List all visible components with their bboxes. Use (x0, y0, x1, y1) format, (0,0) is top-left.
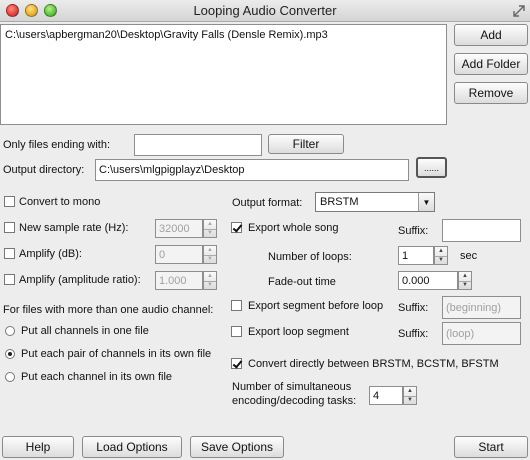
add-folder-button[interactable]: Add Folder (454, 53, 528, 75)
channels-heading: For files with more than one audio chann… (3, 304, 214, 316)
amplify-ratio-checkbox[interactable] (4, 274, 15, 285)
tasks-input[interactable]: 4 (369, 386, 403, 405)
loops-stepper[interactable]: ▲ ▼ (434, 246, 448, 265)
output-format-select[interactable]: BRSTM ▼ (315, 192, 435, 212)
amplify-ratio-label: Amplify (amplitude ratio): (19, 274, 141, 286)
output-directory-input[interactable]: C:\users\mlgpigplayz\Desktop (95, 159, 409, 181)
convert-direct-label: Convert directly between BRSTM, BCSTM, B… (248, 358, 499, 370)
amplify-ratio-input[interactable]: 1.000 (155, 271, 203, 290)
tasks-label-line1: Number of simultaneous (232, 381, 352, 393)
export-loop-suffix-input[interactable]: (loop) (442, 322, 521, 345)
export-whole-suffix-input[interactable] (442, 219, 521, 242)
radio-all-channels-label: Put all channels in one file (21, 325, 149, 337)
amplify-ratio-stepper[interactable]: ▲ ▼ (203, 271, 217, 290)
radio-each-channel-label: Put each channel in its own file (21, 371, 173, 383)
browse-button[interactable]: ...... (416, 157, 447, 178)
load-options-button[interactable]: Load Options (82, 436, 182, 458)
sample-rate-label: New sample rate (Hz): (19, 222, 129, 234)
chevron-down-icon: ▼ (418, 193, 434, 211)
fullscreen-icon[interactable] (512, 4, 526, 18)
file-list-item[interactable]: C:\users\apbergman20\Desktop\Gravity Fal… (5, 29, 328, 41)
window-title: Looping Audio Converter (193, 3, 337, 18)
filter-button[interactable]: Filter (268, 134, 344, 154)
sample-rate-stepper[interactable]: ▲ ▼ (203, 219, 217, 238)
radio-pair-channels-label: Put each pair of channels in its own fil… (21, 348, 212, 360)
radio-pair-channels[interactable] (5, 349, 15, 359)
radio-all-channels[interactable] (5, 326, 15, 336)
sample-rate-input[interactable]: 32000 (155, 219, 203, 238)
remove-button[interactable]: Remove (454, 82, 528, 104)
filter-label: Only files ending with: (3, 139, 110, 151)
export-loop-label: Export loop segment (248, 326, 349, 338)
output-format-label: Output format: (232, 197, 303, 209)
file-list[interactable]: C:\users\apbergman20\Desktop\Gravity Fal… (0, 24, 447, 125)
convert-direct-checkbox[interactable] (231, 358, 242, 369)
amplify-db-label: Amplify (dB): (19, 248, 82, 260)
convert-mono-checkbox[interactable] (4, 196, 15, 207)
export-whole-checkbox[interactable] (231, 222, 242, 233)
fade-out-input[interactable]: 0.000 (398, 271, 458, 290)
fade-out-label: Fade-out time (268, 276, 336, 288)
radio-each-channel[interactable] (5, 372, 15, 382)
export-before-label: Export segment before loop (248, 300, 384, 312)
start-button[interactable]: Start (454, 436, 528, 458)
convert-mono-label: Convert to mono (19, 196, 101, 208)
export-loop-suffix-label: Suffix: (398, 328, 429, 340)
add-button[interactable]: Add (454, 24, 528, 46)
export-loop-checkbox[interactable] (231, 326, 242, 337)
amplify-db-input[interactable]: 0 (155, 245, 203, 264)
output-directory-label: Output directory: (3, 164, 85, 176)
amplify-db-stepper[interactable]: ▲ ▼ (203, 245, 217, 264)
loops-label: Number of loops: (268, 251, 352, 263)
filter-input[interactable] (134, 134, 262, 156)
export-whole-suffix-label: Suffix: (398, 225, 429, 237)
title-bar: Looping Audio Converter (0, 0, 530, 22)
export-before-suffix-label: Suffix: (398, 302, 429, 314)
amplify-db-checkbox[interactable] (4, 248, 15, 259)
output-format-value: BRSTM (320, 196, 359, 208)
tasks-label-line2: encoding/decoding tasks: (232, 395, 357, 407)
loops-unit-label: sec (460, 250, 478, 262)
fade-out-stepper[interactable]: ▲ ▼ (458, 271, 472, 290)
export-before-suffix-input[interactable]: (beginning) (442, 296, 521, 319)
help-button[interactable]: Help (2, 436, 74, 458)
loops-input[interactable]: 1 (398, 246, 434, 265)
save-options-button[interactable]: Save Options (190, 436, 284, 458)
sample-rate-checkbox[interactable] (4, 222, 15, 233)
export-whole-label: Export whole song (248, 222, 339, 234)
export-before-checkbox[interactable] (231, 300, 242, 311)
tasks-stepper[interactable]: ▲ ▼ (403, 386, 417, 405)
